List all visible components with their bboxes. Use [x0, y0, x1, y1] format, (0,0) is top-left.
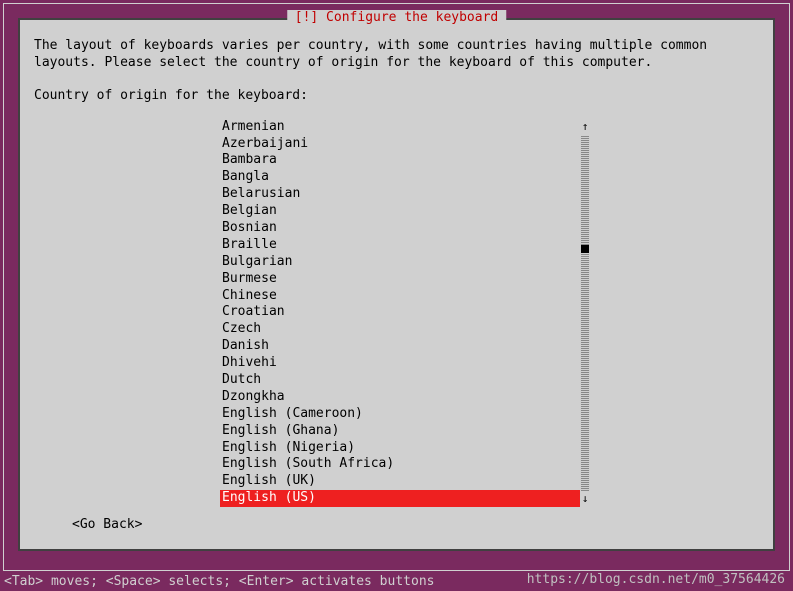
list-item[interactable]: Bambara	[220, 152, 580, 169]
country-list[interactable]: ArmenianAzerbaijaniBambaraBanglaBelarusi…	[220, 119, 580, 507]
list-item[interactable]: Dutch	[220, 372, 580, 389]
prompt-label: Country of origin for the keyboard:	[34, 88, 759, 105]
list-item[interactable]: Bosnian	[220, 220, 580, 237]
list-item[interactable]: English (Ghana)	[220, 423, 580, 440]
scrollbar[interactable]: ↑ ↓	[580, 119, 590, 507]
list-item[interactable]: Bangla	[220, 169, 580, 186]
instructions-text: The layout of keyboards varies per count…	[34, 38, 759, 72]
list-item[interactable]: Czech	[220, 321, 580, 338]
list-item[interactable]: English (Nigeria)	[220, 440, 580, 457]
footer-hint: <Tab> moves; <Space> selects; <Enter> ac…	[4, 574, 434, 589]
list-item[interactable]: Chinese	[220, 288, 580, 305]
scroll-up-icon[interactable]: ↑	[582, 119, 589, 135]
dialog-title: [!] Configure the keyboard	[287, 10, 507, 25]
list-item[interactable]: Braille	[220, 237, 580, 254]
list-item[interactable]: English (Cameroon)	[220, 406, 580, 423]
watermark-text: https://blog.csdn.net/m0_37564426	[527, 572, 785, 587]
scroll-track[interactable]	[581, 135, 589, 491]
list-item[interactable]: Dhivehi	[220, 355, 580, 372]
list-item[interactable]: Bulgarian	[220, 254, 580, 271]
scroll-thumb[interactable]	[581, 245, 589, 253]
list-item[interactable]: Azerbaijani	[220, 136, 580, 153]
list-item[interactable]: Dzongkha	[220, 389, 580, 406]
scroll-down-icon[interactable]: ↓	[582, 491, 589, 507]
list-item[interactable]: Armenian	[220, 119, 580, 136]
list-item[interactable]: Belgian	[220, 203, 580, 220]
list-item[interactable]: English (South Africa)	[220, 456, 580, 473]
list-item[interactable]: Danish	[220, 338, 580, 355]
go-back-button[interactable]: <Go Back>	[72, 517, 759, 534]
list-item[interactable]: Croatian	[220, 304, 580, 321]
list-item[interactable]: English (UK)	[220, 473, 580, 490]
list-item[interactable]: Belarusian	[220, 186, 580, 203]
list-item[interactable]: English (US)	[220, 490, 580, 507]
list-item[interactable]: Burmese	[220, 271, 580, 288]
keyboard-config-dialog: [!] Configure the keyboard The layout of…	[18, 18, 775, 551]
